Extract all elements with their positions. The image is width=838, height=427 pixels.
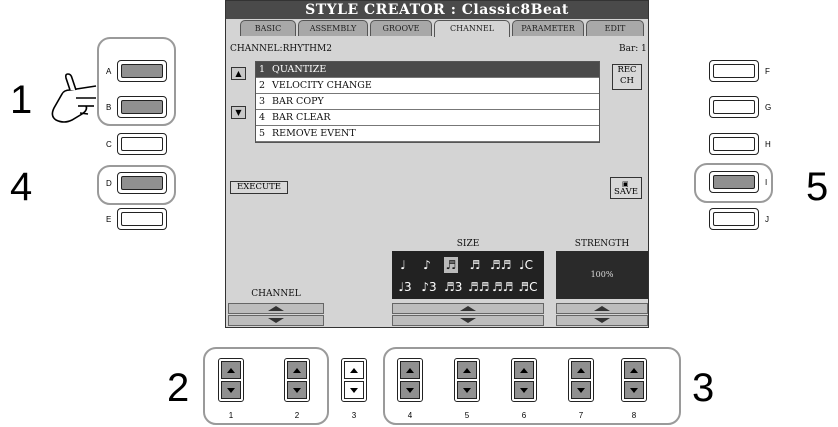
menu-item-number: 3 xyxy=(259,96,266,107)
scroll-up-button[interactable]: ▲ xyxy=(231,67,246,80)
strength-value: 100% xyxy=(556,251,648,299)
panel-button-j[interactable] xyxy=(709,208,759,230)
bottom-button-8[interactable] xyxy=(621,358,647,402)
tab-assembly[interactable]: ASSEMBLY xyxy=(298,20,368,36)
execute-button[interactable]: EXECUTE xyxy=(230,181,288,194)
step-label-4: 4 xyxy=(10,165,33,209)
note-thirtysecond-icon[interactable]: ♬ xyxy=(468,257,482,273)
lcd-screen: STYLE CREATOR : Classic8Beat BASIC ASSEM… xyxy=(225,0,649,328)
menu-item-number: 1 xyxy=(259,64,266,75)
step-label-5: 5 xyxy=(806,165,829,209)
function-menu: 1 QUANTIZE 2 VELOCITY CHANGE 3 BAR COPY … xyxy=(255,61,600,143)
menu-item-number: 2 xyxy=(259,80,266,91)
menu-item-number: 5 xyxy=(259,128,266,139)
save-button[interactable]: ▣ SAVE xyxy=(610,177,642,199)
panel-button-f[interactable] xyxy=(709,60,759,82)
step-label-1: 1 xyxy=(10,78,33,122)
menu-item-number: 4 xyxy=(259,112,266,123)
bottom-button-3[interactable] xyxy=(341,358,367,402)
channel-up-button[interactable] xyxy=(228,303,324,314)
tab-parameter[interactable]: PARAMETER xyxy=(512,20,584,36)
size-down-button[interactable] xyxy=(392,315,544,326)
panel-letter-e: E xyxy=(106,215,112,224)
bar-label: Bar: xyxy=(619,44,639,54)
menu-item-label: BAR CLEAR xyxy=(272,112,331,123)
screen-title: STYLE CREATOR : Classic8Beat xyxy=(226,1,648,19)
rec-ch-button[interactable]: REC CH xyxy=(612,64,642,90)
strength-label: STRENGTH xyxy=(574,239,630,249)
note-sixteenth-icon[interactable]: ♬ xyxy=(444,257,458,273)
panel-button-e[interactable] xyxy=(117,208,167,230)
note-eighth-icon[interactable]: ♪ xyxy=(420,257,434,273)
tab-groove[interactable]: GROOVE xyxy=(370,20,432,36)
note-c2-icon[interactable]: ♬C xyxy=(518,279,538,295)
bottom-button-6[interactable] xyxy=(511,358,537,402)
bottom-button-number: 6 xyxy=(521,411,527,420)
scroll-down-button[interactable]: ▼ xyxy=(231,106,246,119)
bar-value: 1 xyxy=(641,44,647,54)
tab-edit[interactable]: EDIT xyxy=(586,20,644,36)
note-triplet-quarter-icon[interactable]: ♩3 xyxy=(396,279,414,295)
tab-channel[interactable]: CHANNEL xyxy=(434,20,510,37)
panel-letter-j: J xyxy=(765,215,769,224)
note-quarter-icon[interactable]: ♩ xyxy=(396,257,410,273)
menu-item-bar-copy[interactable]: 3 BAR COPY xyxy=(256,94,599,110)
panel-button-b[interactable] xyxy=(117,96,167,118)
panel-letter-c: C xyxy=(106,140,112,149)
size-label: SIZE xyxy=(456,239,480,249)
channel-down-button[interactable] xyxy=(228,315,324,326)
menu-item-velocity-change[interactable]: 2 VELOCITY CHANGE xyxy=(256,78,599,94)
note-combo-icon[interactable]: ♬♬ xyxy=(490,257,512,273)
bottom-button-number: 4 xyxy=(407,411,413,420)
menu-item-label: QUANTIZE xyxy=(272,64,327,75)
menu-item-remove-event[interactable]: 5 REMOVE EVENT xyxy=(256,126,599,142)
note-combo3-icon[interactable]: ♬♬ xyxy=(492,279,514,295)
menu-item-label: BAR COPY xyxy=(272,96,324,107)
bottom-button-number: 5 xyxy=(464,411,470,420)
panel-letter-d: D xyxy=(106,179,112,188)
panel-button-c[interactable] xyxy=(117,133,167,155)
menu-item-label: REMOVE EVENT xyxy=(272,128,356,139)
panel-letter-h: H xyxy=(765,140,771,149)
bottom-button-number: 2 xyxy=(294,411,300,420)
step-label-2: 2 xyxy=(167,366,190,410)
bottom-button-4[interactable] xyxy=(397,358,423,402)
bottom-button-number: 1 xyxy=(228,411,234,420)
note-triplet-eighth-icon[interactable]: ♪3 xyxy=(420,279,438,295)
panel-button-i[interactable] xyxy=(709,171,759,193)
panel-button-h[interactable] xyxy=(709,133,759,155)
note-triplet-sixteenth-icon[interactable]: ♬3 xyxy=(444,279,462,295)
tab-basic[interactable]: BASIC xyxy=(240,20,296,36)
save-icon: ▣ xyxy=(622,180,629,188)
panel-letter-i: I xyxy=(765,178,768,187)
panel-letter-f: F xyxy=(765,67,770,76)
bottom-button-5[interactable] xyxy=(454,358,480,402)
menu-item-bar-clear[interactable]: 4 BAR CLEAR xyxy=(256,110,599,126)
size-note-grid: ♩ ♪ ♬ ♬ ♬♬ ♩C ♩3 ♪3 ♬3 ♬♬ ♬♬ ♬C xyxy=(392,251,544,299)
panel-button-d[interactable] xyxy=(117,172,167,194)
strength-down-button[interactable] xyxy=(556,315,648,326)
panel-button-a[interactable] xyxy=(117,60,167,82)
panel-button-g[interactable] xyxy=(709,96,759,118)
menu-item-quantize[interactable]: 1 QUANTIZE xyxy=(256,62,599,78)
panel-letter-g: G xyxy=(765,103,772,112)
bottom-button-number: 8 xyxy=(631,411,637,420)
panel-letter-b: B xyxy=(106,103,112,112)
panel-letter-a: A xyxy=(106,67,112,76)
strength-up-button[interactable] xyxy=(556,303,648,314)
bottom-button-number: 7 xyxy=(578,411,584,420)
note-c-icon[interactable]: ♩C xyxy=(516,257,536,273)
note-combo2-icon[interactable]: ♬♬ xyxy=(468,279,490,295)
bottom-button-7[interactable] xyxy=(568,358,594,402)
pointing-hand-icon xyxy=(51,73,97,123)
step-label-3: 3 xyxy=(692,366,715,410)
menu-item-label: VELOCITY CHANGE xyxy=(272,80,372,91)
bottom-button-number: 3 xyxy=(351,411,357,420)
bottom-button-2[interactable] xyxy=(284,358,310,402)
bottom-button-1[interactable] xyxy=(218,358,244,402)
channel-bottom-label: CHANNEL xyxy=(251,289,301,299)
size-up-button[interactable] xyxy=(392,303,544,314)
channel-label: CHANNEL:RHYTHM2 xyxy=(230,44,332,54)
